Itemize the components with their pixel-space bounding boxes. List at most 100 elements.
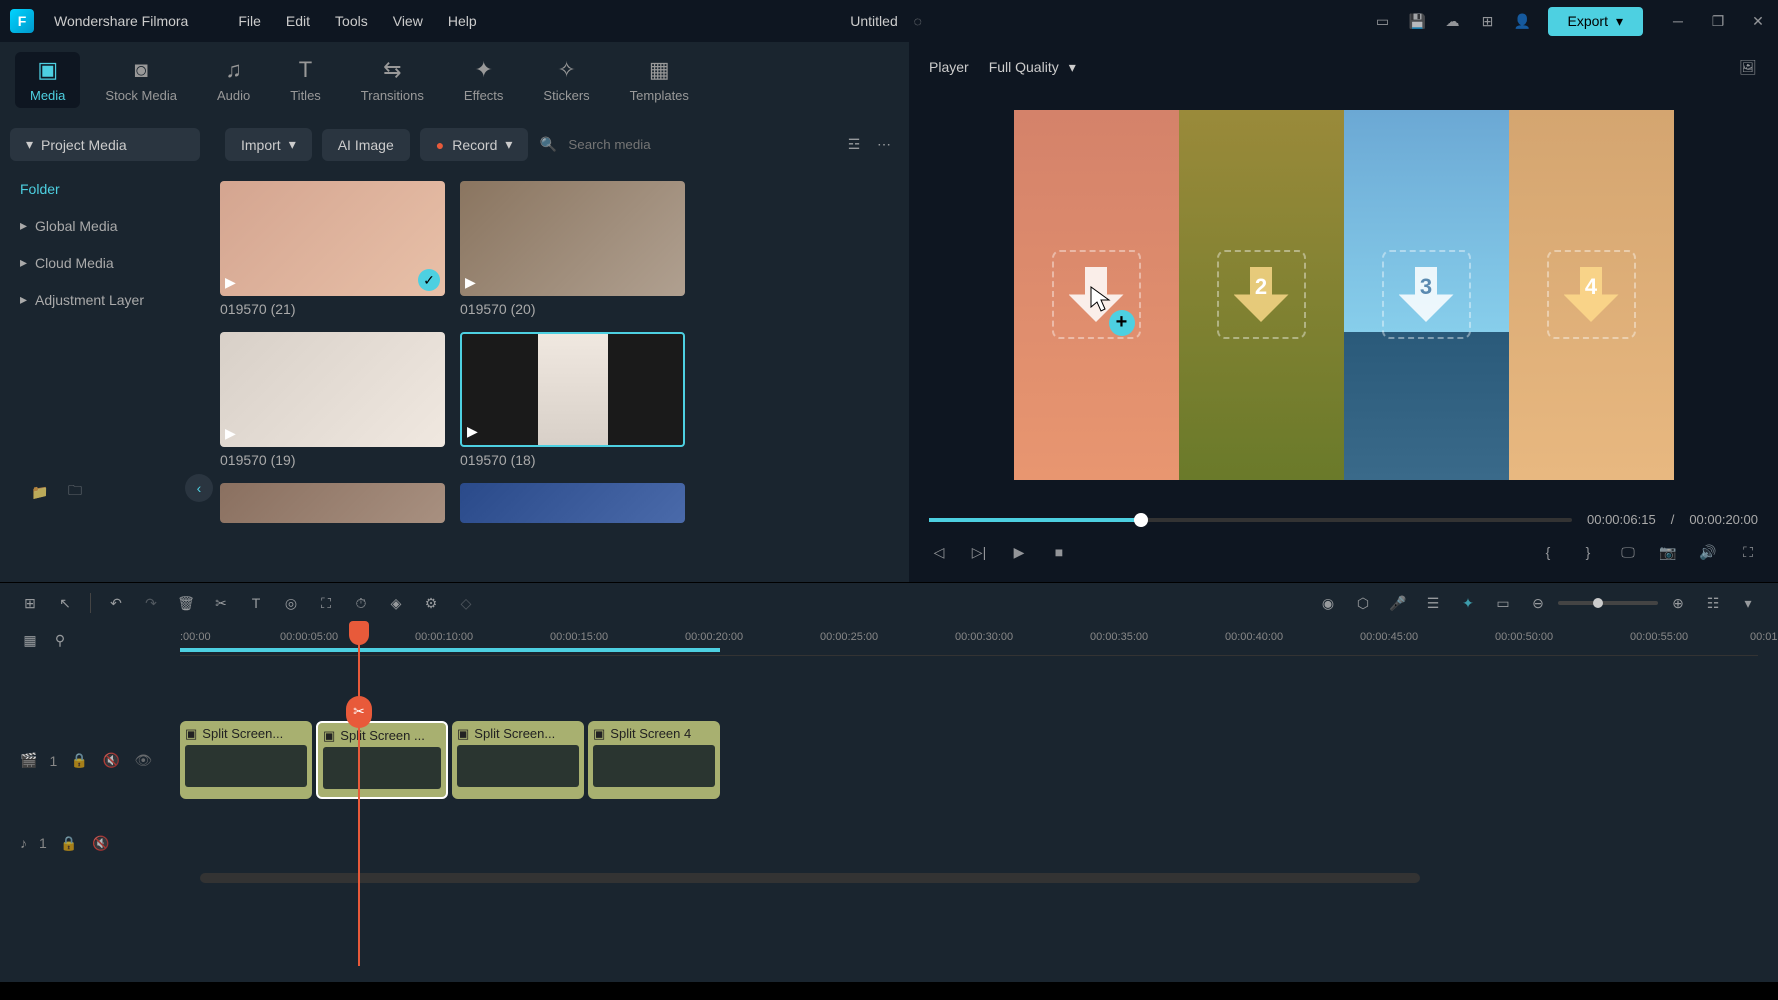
- grid-icon[interactable]: ⊞: [1478, 11, 1498, 31]
- tab-effects[interactable]: ✦Effects: [449, 52, 519, 108]
- close-button[interactable]: ✕: [1748, 11, 1768, 31]
- audio-mixer-icon[interactable]: ☰: [1423, 593, 1443, 613]
- media-item[interactable]: [220, 483, 445, 523]
- split-button[interactable]: ✂: [211, 593, 231, 613]
- layout-icon[interactable]: ⊞: [20, 593, 40, 613]
- media-item[interactable]: ▶ 019570 (19): [220, 332, 445, 468]
- stop-button[interactable]: ■: [1049, 542, 1069, 562]
- import-button[interactable]: Import▾: [225, 128, 312, 161]
- cloud-icon[interactable]: ☁: [1443, 11, 1463, 31]
- timeline-clip[interactable]: ▣Split Screen 4: [588, 721, 720, 799]
- zoom-slider[interactable]: [1558, 601, 1658, 605]
- keyframe-icon[interactable]: ◇: [456, 593, 476, 613]
- marker-icon[interactable]: ⬡: [1353, 593, 1373, 613]
- sidebar-adjustment-layer[interactable]: ▸Adjustment Layer: [5, 281, 205, 318]
- tab-templates[interactable]: ▦Templates: [615, 52, 704, 108]
- folder-icon[interactable]: 🗀: [65, 482, 85, 502]
- media-item[interactable]: ▶✓ 019570 (21): [220, 181, 445, 317]
- ai-icon[interactable]: ✦: [1458, 593, 1478, 613]
- menu-edit[interactable]: Edit: [286, 13, 310, 29]
- mute-icon[interactable]: 🔇: [91, 833, 111, 853]
- delete-button[interactable]: 🗑: [176, 593, 196, 613]
- timeline-clip[interactable]: ▣Split Screen...: [452, 721, 584, 799]
- aspect-icon[interactable]: ▭: [1493, 593, 1513, 613]
- render-icon[interactable]: ◉: [1318, 593, 1338, 613]
- dropdown-icon[interactable]: ▾: [1738, 593, 1758, 613]
- tab-stock-media[interactable]: ◙Stock Media: [90, 52, 192, 108]
- split-pane-2[interactable]: 2: [1179, 110, 1344, 480]
- display-icon[interactable]: 🖵: [1618, 542, 1638, 562]
- split-pane-1[interactable]: +: [1014, 110, 1179, 480]
- tab-audio[interactable]: ♫Audio: [202, 52, 265, 108]
- maximize-button[interactable]: ❐: [1708, 11, 1728, 31]
- lock-icon[interactable]: 🔒: [59, 833, 79, 853]
- play-button[interactable]: ▶: [1009, 542, 1029, 562]
- visibility-icon[interactable]: 👁: [133, 751, 153, 771]
- preview-viewport[interactable]: + 2 3 4: [919, 92, 1768, 497]
- cursor-icon[interactable]: ↖: [55, 593, 75, 613]
- text-button[interactable]: T: [246, 593, 266, 613]
- tab-transitions[interactable]: ⇆Transitions: [346, 52, 439, 108]
- timeline-view-icon[interactable]: ☷: [1703, 593, 1723, 613]
- save-icon[interactable]: 💾: [1408, 11, 1428, 31]
- video-track-content[interactable]: ▣Split Screen... ▣Split Screen ... ▣Spli…: [180, 721, 1758, 801]
- zoom-in-button[interactable]: ⊕: [1668, 593, 1688, 613]
- new-folder-icon[interactable]: 📁: [30, 482, 50, 502]
- undo-button[interactable]: ↶: [106, 593, 126, 613]
- quality-dropdown[interactable]: Full Quality ▾: [989, 59, 1076, 76]
- mark-out-button[interactable]: }: [1578, 542, 1598, 562]
- record-button[interactable]: ●Record▾: [420, 128, 529, 161]
- speed-button[interactable]: ⏱: [351, 593, 371, 613]
- fullscreen-icon[interactable]: ⛶: [1738, 542, 1758, 562]
- menu-help[interactable]: Help: [448, 13, 477, 29]
- color-button[interactable]: ◈: [386, 593, 406, 613]
- playback-scrubber[interactable]: [929, 518, 1572, 522]
- menu-file[interactable]: File: [238, 13, 261, 29]
- mark-in-button[interactable]: {: [1538, 542, 1558, 562]
- ai-image-button[interactable]: AI Image: [322, 129, 410, 161]
- split-pane-3[interactable]: 3: [1344, 110, 1509, 480]
- crop-zoom-icon[interactable]: ⛶: [316, 593, 336, 613]
- prev-frame-button[interactable]: ◁: [929, 542, 949, 562]
- cloud-sync-icon[interactable]: ◌: [908, 11, 928, 31]
- tab-stickers[interactable]: ✧Stickers: [528, 52, 604, 108]
- sidebar-cloud-media[interactable]: ▸Cloud Media: [5, 244, 205, 281]
- media-item[interactable]: [460, 483, 685, 523]
- user-icon[interactable]: 👤: [1513, 11, 1533, 31]
- split-pane-4[interactable]: 4: [1509, 110, 1674, 480]
- project-media-button[interactable]: ▾ Project Media: [10, 128, 200, 161]
- menu-tools[interactable]: Tools: [335, 13, 368, 29]
- voiceover-icon[interactable]: 🎤: [1388, 593, 1408, 613]
- playhead-marker-icon[interactable]: ✂: [346, 696, 372, 728]
- sidebar-folder[interactable]: Folder: [5, 171, 205, 207]
- zoom-out-button[interactable]: ⊖: [1528, 593, 1548, 613]
- next-frame-button[interactable]: ▷|: [969, 542, 989, 562]
- export-button[interactable]: Export ▾: [1548, 7, 1644, 36]
- more-icon[interactable]: ⋯: [874, 135, 894, 155]
- search-input[interactable]: [568, 137, 834, 152]
- menu-view[interactable]: View: [393, 13, 423, 29]
- redo-button[interactable]: ↷: [141, 593, 161, 613]
- audio-track-content[interactable]: [180, 803, 1758, 883]
- minimize-button[interactable]: ─: [1668, 11, 1688, 31]
- timeline-clip[interactable]: ▣Split Screen...: [180, 721, 312, 799]
- magnet-icon[interactable]: ⚲: [50, 631, 70, 651]
- sidebar-global-media[interactable]: ▸Global Media: [5, 207, 205, 244]
- media-item[interactable]: ▶ 019570 (20): [460, 181, 685, 317]
- crop-button[interactable]: ◎: [281, 593, 301, 613]
- camera-icon[interactable]: 📷: [1658, 542, 1678, 562]
- collapse-sidebar-button[interactable]: ‹: [185, 474, 213, 502]
- snapshot-icon[interactable]: 🖼: [1738, 57, 1758, 77]
- adjust-button[interactable]: ⚙: [421, 593, 441, 613]
- lock-icon[interactable]: 🔒: [69, 751, 89, 771]
- timeline-ruler[interactable]: :00:00 00:00:05:00 00:00:10:00 00:00:15:…: [180, 626, 1758, 656]
- screen-icon[interactable]: ▭: [1373, 11, 1393, 31]
- filter-icon[interactable]: ☲: [844, 135, 864, 155]
- tab-media[interactable]: ▣Media: [15, 52, 80, 108]
- tab-titles[interactable]: TTitles: [275, 52, 336, 108]
- timeline-clip[interactable]: ▣Split Screen ...: [316, 721, 448, 799]
- media-item[interactable]: ▶ 019570 (18): [460, 332, 685, 468]
- volume-icon[interactable]: 🔊: [1698, 542, 1718, 562]
- track-view-icon[interactable]: ▦: [20, 631, 40, 651]
- playhead[interactable]: ✂: [358, 626, 360, 966]
